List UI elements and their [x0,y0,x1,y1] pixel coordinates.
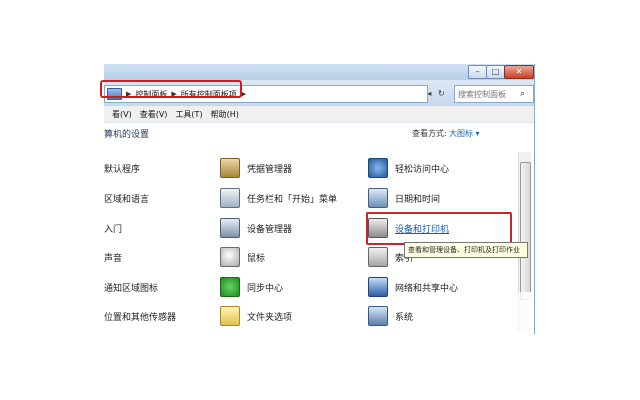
item-label: 声音 [104,253,123,264]
item-label: 位置和其他传感器 [104,312,177,323]
item-label: 文件夹选项 [247,312,293,323]
view-by-label: 查看方式: [412,129,447,138]
network-icon [368,277,388,297]
item-label: 设备管理器 [247,224,293,235]
item-label: 轻松访问中心 [395,164,450,175]
search-box[interactable]: ⌕ [454,85,534,103]
menu-view-2[interactable]: 查看(V) [140,109,168,120]
item-label: 鼠标 [247,253,266,264]
item-label: 任务栏和「开始」菜单 [247,194,338,205]
list-item-ease-of-access[interactable]: 轻松访问中心 [368,158,449,178]
credential-manager-icon [220,158,240,178]
highlight-box-address [100,80,242,98]
tooltip-text: 查看和管理设备、打印机及打印作业 [408,246,520,254]
menu-view[interactable]: 看(V) [112,109,132,120]
item-label: 系统 [395,312,414,323]
scrollbar-thumb[interactable] [520,162,531,300]
highlight-box-devices [366,212,512,245]
menu-tools[interactable]: 工具(T) [175,109,202,120]
folder-options-icon [220,306,240,326]
sync-center-icon [220,277,240,297]
search-input[interactable] [455,87,520,101]
item-label: 区域和语言 [104,194,150,205]
item-label: 同步中心 [247,283,284,294]
dropdown-arrow-icon[interactable]: ◂ [427,89,431,98]
list-item-network-sharing[interactable]: 网络和共享中心 [368,277,458,297]
list-item-system[interactable]: 系统 [368,306,413,326]
menu-bar: 看(V) 查看(V) 工具(T) 帮助(H) [104,106,534,123]
list-item-mouse[interactable]: 鼠标 [220,247,265,267]
watermark-fade [462,292,532,332]
list-item-device-manager[interactable]: 设备管理器 [220,218,292,238]
taskbar-icon [220,188,240,208]
mouse-icon [220,247,240,267]
tooltip: 查看和管理设备、打印机及打印作业 [404,242,528,258]
ease-of-access-icon [368,158,388,178]
list-item-getting-started[interactable]: 入门 [104,218,122,238]
system-icon [368,306,388,326]
item-label: 入门 [104,224,123,235]
item-label: 默认程序 [104,164,141,175]
list-item-sync-center[interactable]: 同步中心 [220,277,283,297]
title-bar: – □ ✕ [104,64,534,80]
view-by-dropdown[interactable]: 大图标 ▾ [449,128,480,139]
refresh-icon[interactable]: ↻ [438,89,445,98]
list-item-date-time[interactable]: 日期和时间 [368,188,440,208]
list-item-credential-manager[interactable]: 凭据管理器 [220,158,292,178]
close-button[interactable]: ✕ [504,65,534,79]
list-item-notification-icons[interactable]: 通知区域图标 [104,277,158,297]
address-tools: ◂ ↻ [424,85,448,101]
indexing-icon [368,247,388,267]
view-header: 算机的设置 查看方式: 大图标 ▾ [104,126,534,142]
item-label: 通知区域图标 [104,283,159,294]
list-item-sound[interactable]: 声音 [104,247,122,267]
page-title: 算机的设置 [104,130,150,140]
search-icon[interactable]: ⌕ [520,89,525,99]
date-time-icon [368,188,388,208]
list-item-folder-options[interactable]: 文件夹选项 [220,306,292,326]
maximize-button[interactable]: □ [486,65,505,79]
list-item-default-programs[interactable]: 默认程序 [104,158,140,178]
list-item-region-language[interactable]: 区域和语言 [104,188,149,208]
minimize-button[interactable]: – [468,65,487,79]
item-label: 日期和时间 [395,194,441,205]
list-item-location-sensors[interactable]: 位置和其他传感器 [104,306,176,326]
menu-help[interactable]: 帮助(H) [211,109,239,120]
item-label: 网络和共享中心 [395,283,459,294]
list-item-taskbar-start-menu[interactable]: 任务栏和「开始」菜单 [220,188,337,208]
device-manager-icon [220,218,240,238]
item-label: 凭据管理器 [247,164,293,175]
